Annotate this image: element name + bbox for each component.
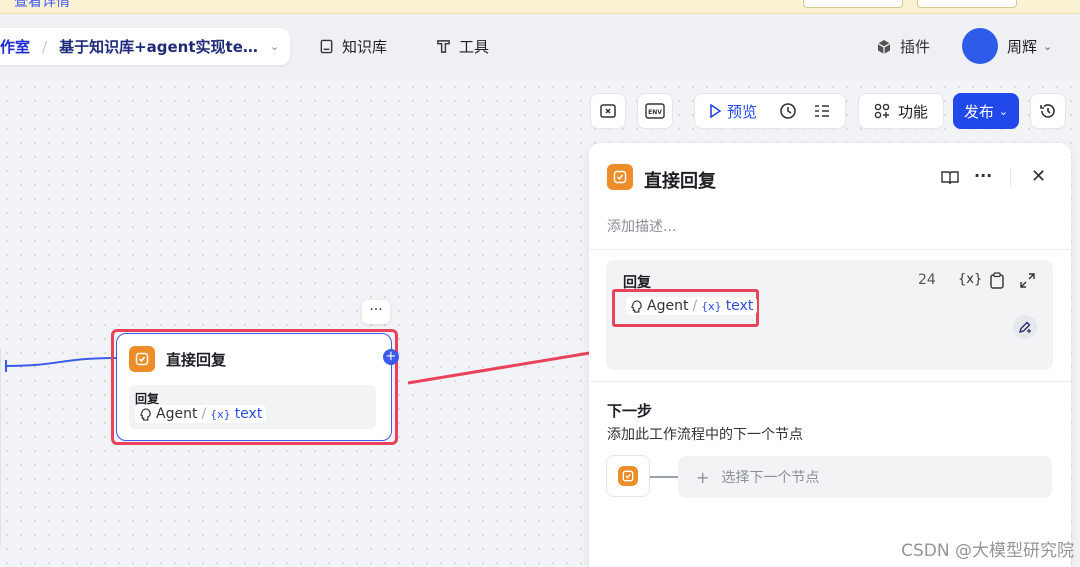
close-icon[interactable]: ✕ bbox=[1031, 166, 1046, 187]
description-input[interactable]: 添加描述... bbox=[607, 216, 676, 236]
header: 作室 / 基于知识库+agent实现te… ⌄ 知识库 工具 插件 周辉 ⌄ bbox=[0, 14, 1080, 80]
tool-icon bbox=[437, 40, 450, 53]
history-run-icon[interactable] bbox=[779, 102, 797, 120]
clipboard-icon[interactable] bbox=[989, 272, 1005, 289]
play-icon bbox=[710, 104, 721, 118]
chevron-down-icon: ⌄ bbox=[998, 104, 1009, 118]
expand-icon[interactable] bbox=[1020, 273, 1035, 288]
variable-name: text bbox=[234, 406, 263, 422]
chat-icon bbox=[613, 170, 627, 184]
chevron-down-icon[interactable]: ⌄ bbox=[270, 40, 279, 53]
next-step-title: 下一步 bbox=[607, 402, 653, 420]
grid-icon bbox=[874, 103, 890, 119]
char-count: 24 bbox=[918, 272, 936, 288]
nav-plugins-label: 插件 bbox=[900, 38, 931, 56]
nav-knowledge-base[interactable]: 知识库 bbox=[319, 36, 387, 57]
panel-title[interactable]: 直接回复 bbox=[644, 167, 716, 193]
notice-link[interactable]: 查看详情 bbox=[14, 0, 70, 10]
agent-icon bbox=[140, 407, 151, 421]
book-open-icon[interactable] bbox=[941, 170, 959, 186]
features-button[interactable]: 功能 bbox=[858, 93, 944, 129]
select-next-node-label: 选择下一个节点 bbox=[721, 470, 820, 486]
env-icon: ENV bbox=[645, 103, 665, 119]
pen-sparkle-icon bbox=[1018, 321, 1031, 334]
chat-icon bbox=[618, 466, 638, 486]
notice-text: 查看详情 bbox=[0, 0, 70, 11]
checklist-icon[interactable] bbox=[813, 102, 831, 120]
divider bbox=[1010, 168, 1011, 186]
panel-node-icon bbox=[607, 164, 633, 190]
breadcrumb: 作室 / 基于知识库+agent实现te… ⌄ bbox=[0, 28, 290, 65]
nav-plugins[interactable]: 插件 bbox=[876, 36, 930, 57]
variable-name: text bbox=[725, 298, 754, 314]
more-icon[interactable]: ··· bbox=[974, 166, 992, 185]
publish-button[interactable]: 发布 ⌄ bbox=[953, 93, 1019, 129]
notice-button[interactable] bbox=[803, 0, 903, 8]
nav-knowledge-label: 知识库 bbox=[342, 38, 388, 56]
node-reply-section: 回复 Agent / {x} text bbox=[129, 385, 376, 429]
book-icon bbox=[320, 39, 333, 54]
notice-bar: 查看详情 bbox=[0, 0, 1080, 14]
select-next-node-button[interactable]: + 选择下一个节点 bbox=[678, 456, 1052, 498]
watermark: CSDN @大模型研究院 bbox=[901, 541, 1074, 561]
variable-x-icon: {x} bbox=[701, 299, 722, 313]
ai-write-button[interactable] bbox=[1013, 315, 1037, 339]
chat-icon bbox=[135, 352, 149, 366]
username: 周辉 bbox=[1007, 38, 1038, 56]
notice-button-secondary[interactable] bbox=[917, 0, 1017, 8]
agent-icon bbox=[631, 299, 642, 313]
history-button[interactable] bbox=[1030, 93, 1066, 129]
reply-node-icon bbox=[129, 346, 155, 372]
node-variable-pill: Agent / {x} text bbox=[135, 405, 267, 423]
svg-text:ENV: ENV bbox=[648, 109, 662, 116]
agent-label: Agent bbox=[647, 298, 689, 314]
insert-variable-icon[interactable]: {x} bbox=[958, 272, 982, 287]
current-node-chip bbox=[606, 455, 650, 497]
node-more-button[interactable]: ··· bbox=[362, 300, 390, 324]
history-icon bbox=[1040, 104, 1055, 118]
user-menu[interactable]: 周辉 ⌄ bbox=[1007, 36, 1052, 57]
add-node-port[interactable]: + bbox=[383, 349, 399, 365]
variable-x-icon bbox=[600, 104, 616, 118]
divider bbox=[589, 249, 1071, 250]
breadcrumb-parent[interactable]: 作室 bbox=[0, 36, 30, 57]
env-button[interactable]: ENV bbox=[637, 93, 673, 129]
publish-label: 发布 bbox=[963, 102, 994, 121]
nav-tools-label: 工具 bbox=[459, 38, 490, 56]
next-step-description: 添加此工作流程中的下一个节点 bbox=[607, 427, 803, 443]
avatar[interactable] bbox=[962, 28, 998, 64]
agent-label: Agent bbox=[156, 406, 198, 422]
preview-button[interactable]: 预览 bbox=[709, 101, 757, 122]
preview-group: 预览 bbox=[694, 93, 846, 129]
reply-node[interactable]: 直接回复 回复 Agent / {x} text bbox=[116, 333, 392, 441]
breadcrumb-separator: / bbox=[42, 37, 48, 56]
divider bbox=[589, 381, 1071, 382]
toggle-variables-button[interactable] bbox=[590, 93, 626, 129]
plus-icon: + bbox=[696, 467, 710, 487]
separator: / bbox=[201, 406, 207, 422]
variable-x-icon: {x} bbox=[210, 407, 231, 421]
connector-line bbox=[650, 476, 678, 478]
reply-variable-pill[interactable]: Agent / {x} text bbox=[626, 297, 758, 315]
cube-icon bbox=[877, 39, 891, 54]
node-title: 直接回复 bbox=[166, 351, 227, 369]
breadcrumb-current[interactable]: 基于知识库+agent实现te… bbox=[59, 36, 258, 57]
features-label: 功能 bbox=[897, 102, 928, 121]
preview-label: 预览 bbox=[727, 102, 758, 121]
nav-tools[interactable]: 工具 bbox=[436, 36, 489, 57]
chevron-down-icon: ⌄ bbox=[1043, 40, 1053, 53]
separator: / bbox=[692, 298, 698, 314]
